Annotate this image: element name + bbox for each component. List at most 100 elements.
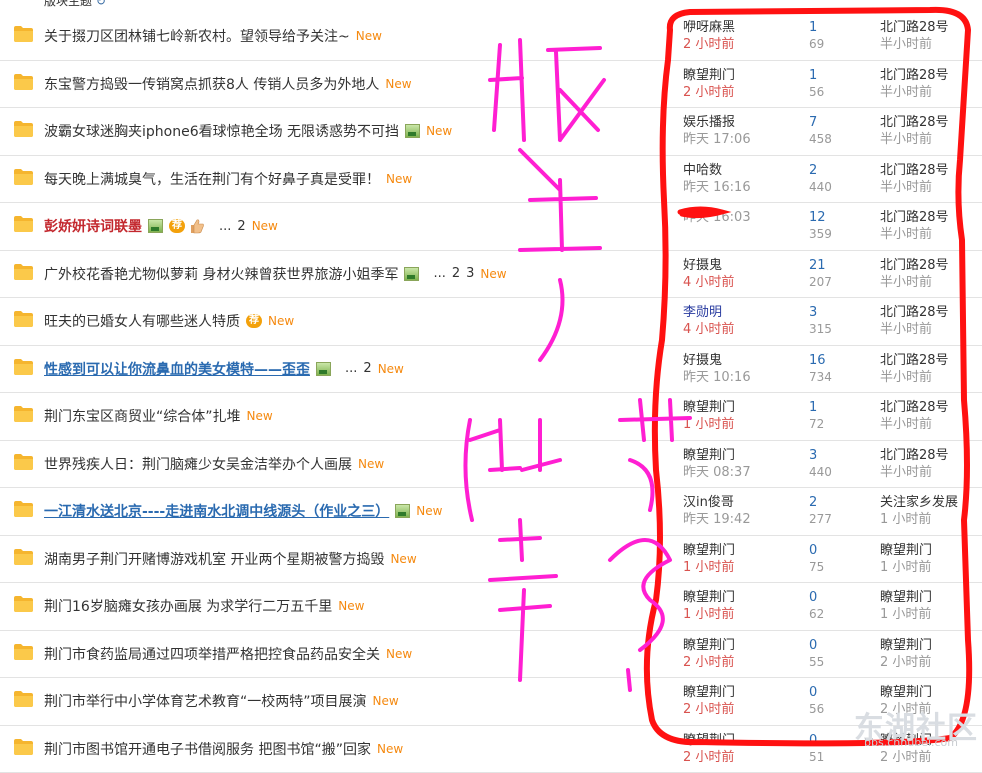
thread-title[interactable]: 荆门东宝区商贸业“综合体”扎堆 <box>44 406 241 426</box>
post-time: 1 小时前 <box>683 606 735 623</box>
author-name[interactable]: 好摄鬼 <box>683 352 751 369</box>
author-name[interactable]: 瞭望荆门 <box>683 589 735 606</box>
author-name[interactable]: 瞭望荆门 <box>683 399 735 416</box>
new-badge: New <box>338 599 364 613</box>
last-poster[interactable]: 北门路28号 <box>880 399 949 416</box>
author-name[interactable]: 瞭望荆门 <box>683 542 735 559</box>
reply-count[interactable]: 1 <box>809 67 824 84</box>
author-name[interactable]: 瞭望荆门 <box>683 732 735 749</box>
reply-count[interactable]: 21 <box>809 257 832 274</box>
last-post-time[interactable]: 半小时前 <box>880 84 949 101</box>
last-post-time[interactable]: 半小时前 <box>880 274 949 291</box>
reply-count[interactable]: 3 <box>809 304 832 321</box>
last-poster[interactable]: 北门路28号 <box>880 352 949 369</box>
thread-row: 性感到可以让你流鼻血的美女模特——歪歪...2New 好摄鬼昨天 10:16 1… <box>0 346 982 394</box>
author-name[interactable]: 瞭望荆门 <box>683 447 751 464</box>
last-post-time[interactable]: 1 小时前 <box>880 559 932 576</box>
last-poster[interactable]: 北门路28号 <box>880 114 949 131</box>
last-poster[interactable]: 北门路28号 <box>880 209 949 226</box>
author-name[interactable]: 李勋明 <box>683 304 734 321</box>
last-poster[interactable]: 北门路28号 <box>880 162 949 179</box>
last-post-time[interactable]: 1 小时前 <box>880 606 932 623</box>
site-watermark: 东湖社区 bbs.cnhubei.com <box>854 703 978 747</box>
thread-row: 广外校花香艳尤物似萝莉 身材火辣曾获世界旅游小姐季军...23New 好摄鬼4 … <box>0 251 982 299</box>
reply-count[interactable]: 7 <box>809 114 832 131</box>
last-poster[interactable]: 瞭望荆门 <box>880 684 932 701</box>
thread-title[interactable]: 波霸女球迷胸夹iphone6看球惊艳全场 无限诱惑势不可挡 <box>44 121 399 141</box>
page-ellipsis: ... <box>345 361 357 376</box>
last-post-time[interactable]: 半小时前 <box>880 226 949 243</box>
folder-icon <box>14 74 33 90</box>
reply-count[interactable]: 12 <box>809 209 832 226</box>
thread-title[interactable]: 每天晚上满城臭气，生活在荆门有个好鼻子真是受罪！ <box>44 169 380 189</box>
author-name[interactable]: 汉in俊哥 <box>683 494 751 511</box>
recommend-badge-icon: 荐 <box>169 219 185 233</box>
last-poster[interactable]: 北门路28号 <box>880 19 949 36</box>
last-poster[interactable]: 关注家乡发展 <box>880 494 958 511</box>
author-name[interactable]: 娱乐播报 <box>683 114 751 131</box>
last-post-time[interactable]: 半小时前 <box>880 179 949 196</box>
reply-count[interactable]: 16 <box>809 352 832 369</box>
reply-count[interactable]: 0 <box>809 542 824 559</box>
thread-title[interactable]: 荆门市图书馆开通电子书借阅服务 把图书馆“搬”回家 <box>44 739 371 759</box>
view-count: 56 <box>809 84 824 101</box>
reply-count[interactable]: 0 <box>809 684 824 701</box>
reply-count[interactable]: 3 <box>809 447 832 464</box>
last-poster[interactable]: 瞭望荆门 <box>880 542 932 559</box>
author-name[interactable]: 中哈数 <box>683 162 751 179</box>
reply-count[interactable]: 1 <box>809 399 824 416</box>
author-name[interactable]: 咿呀麻黑 <box>683 19 735 36</box>
last-post-time[interactable]: 半小时前 <box>880 464 949 481</box>
thread-title[interactable]: 荆门市食药监局通过四项举措严格把控食品药品安全关 <box>44 644 380 664</box>
last-poster[interactable]: 瞭望荆门 <box>880 637 932 654</box>
page-link[interactable]: 2 <box>363 361 371 376</box>
page-link[interactable]: 2 <box>237 219 245 234</box>
section-header: 版块主题 ↻ <box>44 0 106 9</box>
new-badge: New <box>480 267 506 281</box>
thread-title[interactable]: 世界残疾人日：荆门脑瘫少女吴金洁举办个人画展 <box>44 454 352 474</box>
last-post-time[interactable]: 半小时前 <box>880 36 949 53</box>
page-link[interactable]: 3 <box>466 266 474 281</box>
new-badge: New <box>252 219 278 233</box>
page-link[interactable]: 2 <box>452 266 460 281</box>
last-poster[interactable]: 瞭望荆门 <box>880 589 932 606</box>
thread-title[interactable]: 东宝警方捣毁一传销窝点抓获8人 传销人员多为外地人 <box>44 74 379 94</box>
last-poster[interactable]: 北门路28号 <box>880 447 949 464</box>
reply-count[interactable]: 0 <box>809 732 824 749</box>
last-post-time[interactable]: 半小时前 <box>880 321 949 338</box>
thread-title[interactable]: 彭娇妍诗词联墨 <box>44 216 142 236</box>
folder-icon <box>14 264 33 280</box>
new-badge: New <box>386 172 412 186</box>
last-poster[interactable]: 北门路28号 <box>880 304 949 321</box>
thread-title[interactable]: 湖南男子荆门开赌博游戏机室 开业两个星期被警方捣毁 <box>44 549 384 569</box>
view-count: 51 <box>809 749 824 766</box>
last-post-time[interactable]: 2 小时前 <box>880 749 932 766</box>
last-post-time[interactable]: 半小时前 <box>880 131 949 148</box>
refresh-icon[interactable]: ↻ <box>96 0 106 8</box>
last-poster[interactable]: 北门路28号 <box>880 67 949 84</box>
thread-title[interactable]: 荆门市举行中小学体育艺术教育“一校两特”项目展演 <box>44 691 367 711</box>
thread-title[interactable]: 性感到可以让你流鼻血的美女模特——歪歪 <box>44 359 310 379</box>
last-post-time[interactable]: 2 小时前 <box>880 654 932 671</box>
thread-title[interactable]: 一江清水送北京----走进南水北调中线源头（作业之三） <box>44 501 389 521</box>
last-post-time[interactable]: 半小时前 <box>880 369 949 386</box>
last-poster[interactable]: 北门路28号 <box>880 257 949 274</box>
reply-count[interactable]: 0 <box>809 637 824 654</box>
new-badge: New <box>268 314 294 328</box>
thread-title[interactable]: 旺夫的已婚女人有哪些迷人特质 <box>44 311 240 331</box>
reply-count[interactable]: 2 <box>809 162 832 179</box>
last-post-time[interactable]: 1 小时前 <box>880 511 958 528</box>
reply-count[interactable]: 0 <box>809 589 824 606</box>
reply-count[interactable]: 1 <box>809 19 824 36</box>
author-name[interactable]: 瞭望荆门 <box>683 67 735 84</box>
last-post-time[interactable]: 半小时前 <box>880 416 949 433</box>
reply-count[interactable]: 2 <box>809 494 832 511</box>
thread-title[interactable]: 关于掇刀区团林铺七岭新农村。望领导给予关注~ <box>44 26 350 46</box>
thread-row: 每天晚上满城臭气，生活在荆门有个好鼻子真是受罪！New 中哈数昨天 16:16 … <box>0 156 982 204</box>
author-name[interactable]: 瞭望荆门 <box>683 637 735 654</box>
thread-title[interactable]: 荆门16岁脑瘫女孩办画展 为求学行二万五千里 <box>44 596 332 616</box>
author-name[interactable]: 好摄鬼 <box>683 257 734 274</box>
folder-icon <box>14 739 33 755</box>
thread-title[interactable]: 广外校花香艳尤物似萝莉 身材火辣曾获世界旅游小姐季军 <box>44 264 398 284</box>
author-name[interactable]: 瞭望荆门 <box>683 684 735 701</box>
